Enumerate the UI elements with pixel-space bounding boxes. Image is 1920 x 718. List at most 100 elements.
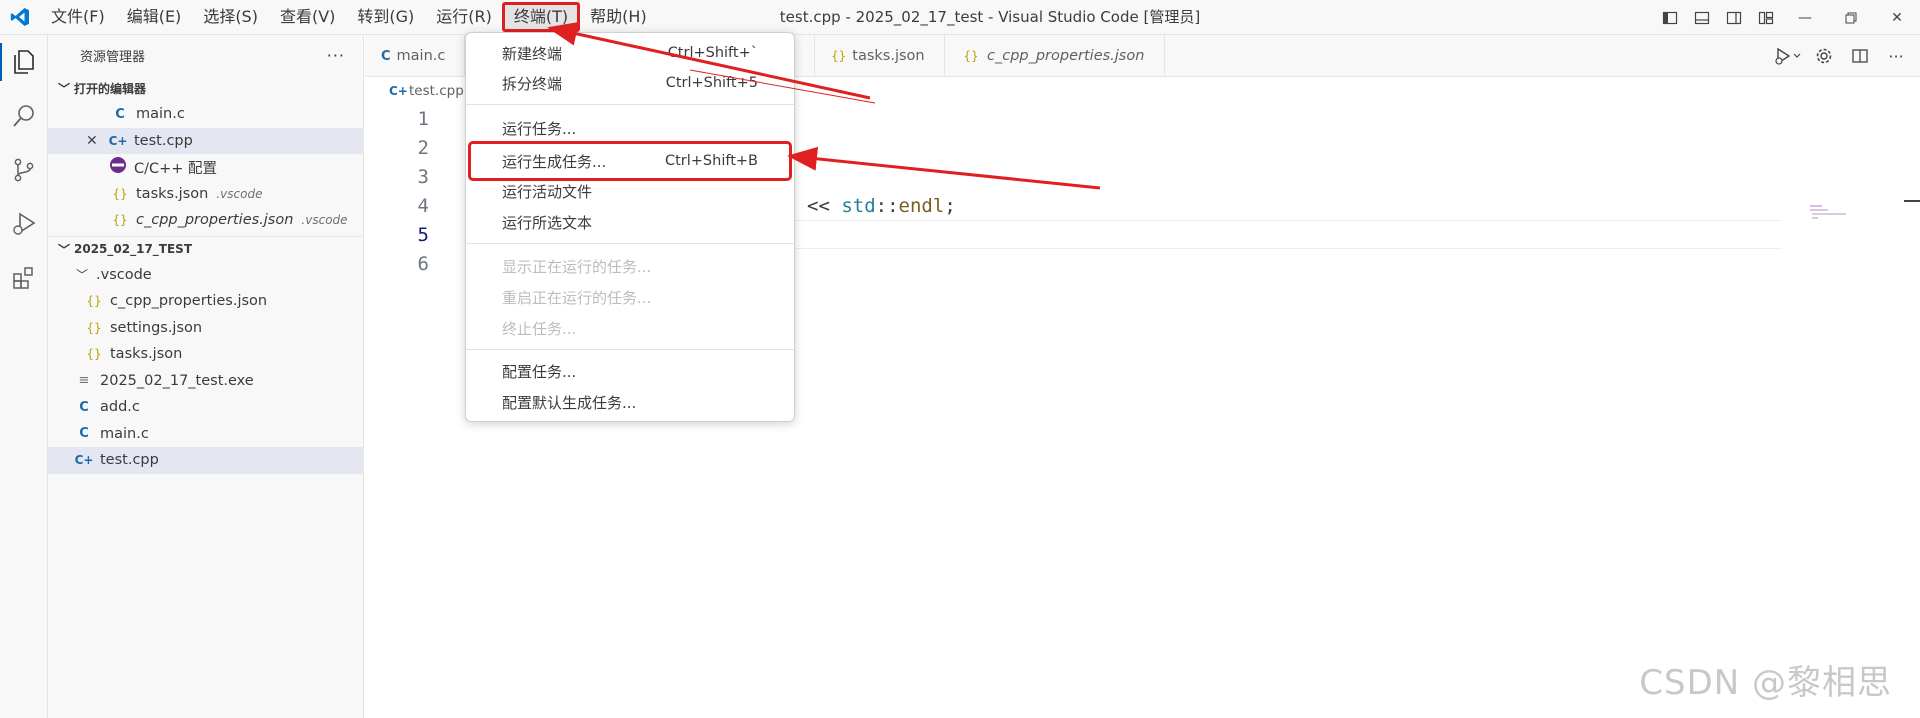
- restore-icon[interactable]: [1828, 0, 1874, 35]
- json-file-icon: {}: [86, 320, 102, 335]
- json-file-icon: {}: [963, 49, 979, 63]
- cpp-settings-icon: [108, 156, 128, 178]
- menu-item-label: 运行生成任务...: [502, 152, 607, 171]
- c-file-icon: C: [79, 426, 89, 442]
- close-window-icon[interactable]: ✕: [1874, 0, 1920, 35]
- tree-item[interactable]: C main.c: [48, 421, 363, 448]
- tab-label: tasks.json: [852, 48, 925, 64]
- menu-item-label: 新建终端: [502, 44, 563, 63]
- minimap[interactable]: [1808, 204, 1848, 222]
- menu-view[interactable]: 查看(V): [269, 3, 346, 31]
- menu-new-terminal[interactable]: 新建终端 Ctrl+Shift+`: [470, 38, 790, 68]
- toggle-secondary-sidebar-icon[interactable]: [1718, 0, 1750, 35]
- folder-header[interactable]: ﹀ 2025_02_17_TEST: [48, 235, 363, 262]
- menu-configure-default-build-task[interactable]: 配置默认生成任务...: [470, 387, 790, 417]
- breadcrumb[interactable]: C+ test.cpp: [365, 78, 464, 104]
- tree-item[interactable]: {} settings.json: [48, 315, 363, 342]
- more-actions-icon[interactable]: ···: [327, 46, 345, 65]
- c-file-icon: C: [115, 106, 125, 122]
- tree-item[interactable]: C add.c: [48, 394, 363, 421]
- c-file-icon: C: [381, 48, 391, 64]
- explorer-icon[interactable]: [0, 35, 48, 89]
- split-editor-icon[interactable]: [1846, 42, 1874, 70]
- tree-item-name: settings.json: [110, 319, 203, 336]
- open-editor-item[interactable]: ✕ C+ test.cpp: [48, 127, 363, 154]
- open-editor-item[interactable]: C/C++ 配置: [48, 154, 363, 181]
- customize-layout-icon[interactable]: [1750, 0, 1782, 35]
- editor-actions: ···: [1774, 35, 1910, 77]
- open-editors-header[interactable]: ﹀ 打开的编辑器: [48, 75, 363, 101]
- token-function: endl: [898, 194, 945, 217]
- open-editor-item[interactable]: {} tasks.json .vscode: [48, 181, 363, 208]
- folder-title: 2025_02_17_TEST: [74, 242, 193, 256]
- run-debug-icon[interactable]: [0, 197, 48, 251]
- open-editor-desc: .vscode: [301, 213, 348, 228]
- menu-item-label: 拆分终端: [502, 74, 563, 93]
- tab-c-cpp-properties[interactable]: {} c_cpp_properties.json: [945, 35, 1166, 77]
- menu-run-task[interactable]: 运行任务...: [470, 113, 790, 143]
- menu-run-active-file[interactable]: 运行活动文件: [470, 176, 790, 206]
- close-editor-icon[interactable]: ✕: [86, 133, 108, 149]
- run-file-icon[interactable]: [1774, 42, 1802, 70]
- tree-item-name: test.cpp: [100, 452, 159, 469]
- tree-item[interactable]: {} tasks.json: [48, 341, 363, 368]
- tree-item[interactable]: C+ test.cpp: [48, 447, 363, 474]
- open-editor-item[interactable]: {} c_cpp_properties.json .vscode: [48, 207, 363, 234]
- menu-run-selected-text[interactable]: 运行所选文本: [470, 207, 790, 237]
- menu-item-label: 显示正在运行的任务...: [502, 257, 652, 276]
- open-editor-name: C/C++ 配置: [134, 160, 218, 177]
- more-actions-icon[interactable]: ···: [1882, 42, 1910, 70]
- toggle-primary-sidebar-icon[interactable]: [1654, 0, 1686, 35]
- terminal-menu-dropdown: 新建终端 Ctrl+Shift+` 拆分终端 Ctrl+Shift+5 运行任务…: [465, 32, 795, 422]
- tab-label: c_cpp_properties.json: [987, 48, 1145, 64]
- breadcrumb-file: test.cpp: [409, 83, 464, 99]
- tree-item-name: add.c: [100, 399, 140, 416]
- minimize-icon[interactable]: —: [1782, 0, 1828, 35]
- source-control-icon[interactable]: [0, 143, 48, 197]
- chevron-down-icon: ﹀: [57, 242, 70, 257]
- tree-item-name: c_cpp_properties.json: [110, 293, 268, 310]
- menu-selection[interactable]: 选择(S): [192, 3, 269, 31]
- search-icon[interactable]: [0, 89, 48, 143]
- json-file-icon: {}: [86, 347, 102, 362]
- json-file-icon: {}: [112, 213, 128, 228]
- line-number: 5: [417, 223, 429, 246]
- tree-item-name: tasks.json: [110, 346, 183, 363]
- cpp-file-icon: C+: [108, 133, 128, 148]
- tab-main-c[interactable]: C main.c: [365, 35, 465, 77]
- tree-item[interactable]: ﹀ .vscode: [48, 262, 363, 289]
- menu-item-shortcut: Ctrl+Shift+`: [667, 45, 758, 61]
- chevron-down-icon: ﹀: [57, 81, 70, 96]
- tree-item-name: .vscode: [96, 266, 152, 283]
- open-editor-item[interactable]: C main.c: [48, 101, 363, 128]
- menu-item-label: 配置任务...: [502, 362, 577, 381]
- tree-item[interactable]: ≡ 2025_02_17_test.exe: [48, 368, 363, 395]
- menu-terminate-task: 终止任务...: [470, 313, 790, 343]
- menu-split-terminal[interactable]: 拆分终端 Ctrl+Shift+5: [470, 68, 790, 98]
- menu-show-running-tasks: 显示正在运行的任务...: [470, 251, 790, 281]
- sidebar-title: 资源管理器: [80, 49, 146, 65]
- line-number: 2: [417, 136, 429, 159]
- tree-item[interactable]: {} c_cpp_properties.json: [48, 288, 363, 315]
- menu-go[interactable]: 转到(G): [346, 3, 425, 31]
- extensions-icon[interactable]: [0, 251, 48, 305]
- settings-gear-icon[interactable]: [1810, 42, 1838, 70]
- line-number: 3: [417, 165, 429, 188]
- line-number: 4: [417, 194, 429, 217]
- menu-separator: [466, 104, 794, 105]
- menu-run-build-task[interactable]: 运行生成任务... Ctrl+Shift+B: [468, 141, 792, 181]
- tab-tasks-json[interactable]: {} tasks.json: [815, 35, 945, 77]
- menu-item-label: 终止任务...: [502, 319, 577, 338]
- menu-item-label: 运行任务...: [502, 119, 577, 138]
- exe-file-icon: ≡: [78, 373, 90, 389]
- menu-terminal[interactable]: 终端(T): [501, 2, 581, 32]
- scrollbar-cursor-mark: [1904, 200, 1920, 202]
- cpp-file-icon: C+: [74, 453, 94, 468]
- menu-file[interactable]: 文件(F): [40, 3, 116, 31]
- toggle-panel-icon[interactable]: [1686, 0, 1718, 35]
- menu-edit[interactable]: 编辑(E): [116, 3, 193, 31]
- menu-run[interactable]: 运行(R): [425, 3, 503, 31]
- menu-configure-tasks[interactable]: 配置任务...: [470, 356, 790, 386]
- menu-item-label: 重启正在运行的任务...: [502, 288, 652, 307]
- menu-item-label: 运行活动文件: [502, 182, 593, 201]
